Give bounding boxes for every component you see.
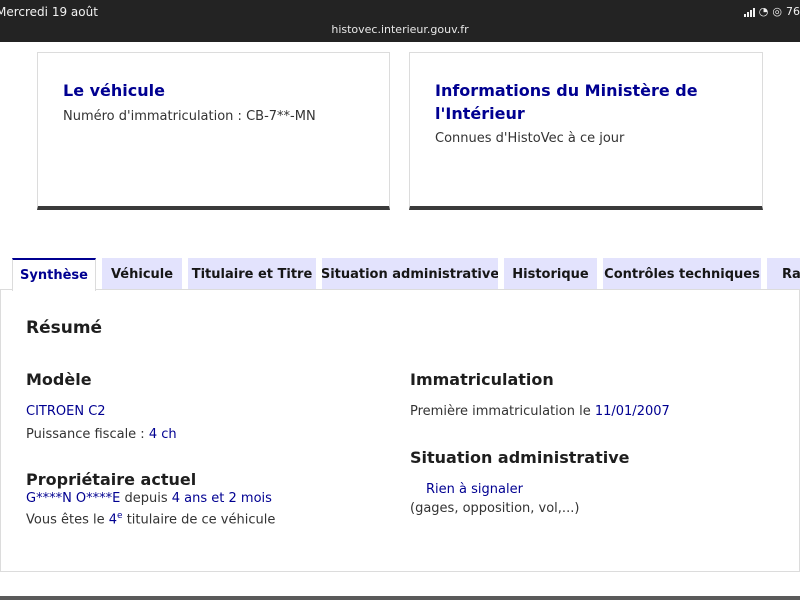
fiscal-power-value: 4 ch <box>148 427 177 442</box>
tab-titulaire-titre[interactable]: Titulaire et Titre <box>188 258 316 290</box>
address-bar-url[interactable]: histovec.interieur.gouv.fr <box>0 23 800 36</box>
plate-label: Numéro d'immatriculation : <box>63 109 247 124</box>
status-icons: ◔ ◎ 76 <box>743 5 800 18</box>
vehicle-card: Le véhicule Numéro d'immatriculation : C… <box>37 52 390 210</box>
admin-status-heading: Situation administrative <box>410 448 630 467</box>
ministry-card-subtitle: Connues d'HistoVec à ce jour <box>435 131 625 146</box>
signal-icon <box>743 7 755 17</box>
bottom-divider <box>0 596 800 600</box>
admin-status-value: Rien à signaler <box>426 482 523 497</box>
tab-controles-techniques[interactable]: Contrôles techniques <box>603 258 761 290</box>
battery-percentage: 76 <box>786 5 800 18</box>
tab-situation-administrative[interactable]: Situation administrative <box>322 258 498 290</box>
first-registration: Première immatriculation le 11/01/2007 <box>410 404 670 419</box>
tab-vehicule[interactable]: Véhicule <box>102 258 182 290</box>
fiscal-power: Puissance fiscale : 4 ch <box>26 427 177 442</box>
fiscal-power-label: Puissance fiscale : <box>26 427 149 442</box>
status-time: Mercredi 19 août <box>0 5 98 19</box>
ministry-card: Informations du Ministère de l'Intérieur… <box>409 52 763 210</box>
owner-rank: Vous êtes le 4e titulaire de ce véhicule <box>26 511 275 527</box>
summary-panel: Résumé Modèle CITROEN C2 Puissance fisca… <box>0 289 800 572</box>
vehicle-card-title: Le véhicule <box>63 81 165 100</box>
first-registration-label: Première immatriculation le <box>410 404 595 419</box>
admin-status-details: (gages, opposition, vol,...) <box>410 501 580 516</box>
registration-heading: Immatriculation <box>410 370 554 389</box>
tab-bar: Synthèse Véhicule Titulaire et Titre Sit… <box>0 258 800 291</box>
owner-rank-value: 4 <box>108 512 118 528</box>
ministry-card-title: Informations du Ministère de l'Intérieur <box>435 81 698 123</box>
owner-rank-prefix: Vous êtes le <box>26 512 109 528</box>
owner-name: G****N O****E <box>26 491 121 506</box>
owner-since-value: 4 ans et 2 mois <box>171 491 272 506</box>
wifi-icon: ◔ <box>758 5 769 18</box>
first-registration-date: 11/01/2007 <box>594 404 670 419</box>
model-heading: Modèle <box>26 370 92 389</box>
owner-rank-suffix: titulaire de ce véhicule <box>122 512 276 528</box>
tab-synthese[interactable]: Synthèse <box>12 258 96 291</box>
plate-value: CB-7**-MN <box>246 109 316 124</box>
tab-rapport-partial[interactable]: Rap <box>767 258 800 290</box>
model-name: CITROEN C2 <box>26 404 106 419</box>
tab-historique[interactable]: Historique <box>504 258 597 290</box>
owner-since-label: depuis <box>120 491 172 506</box>
summary-heading: Résumé <box>26 318 103 338</box>
owner-heading: Propriétaire actuel <box>26 470 197 489</box>
owner-line: G****N O****E depuis 4 ans et 2 mois <box>26 491 272 506</box>
browser-status-bar: Mercredi 19 août histovec.interieur.gouv… <box>0 0 800 42</box>
orientation-lock-icon: ◎ <box>772 5 782 18</box>
plate-number: Numéro d'immatriculation : CB-7**-MN <box>63 109 316 124</box>
